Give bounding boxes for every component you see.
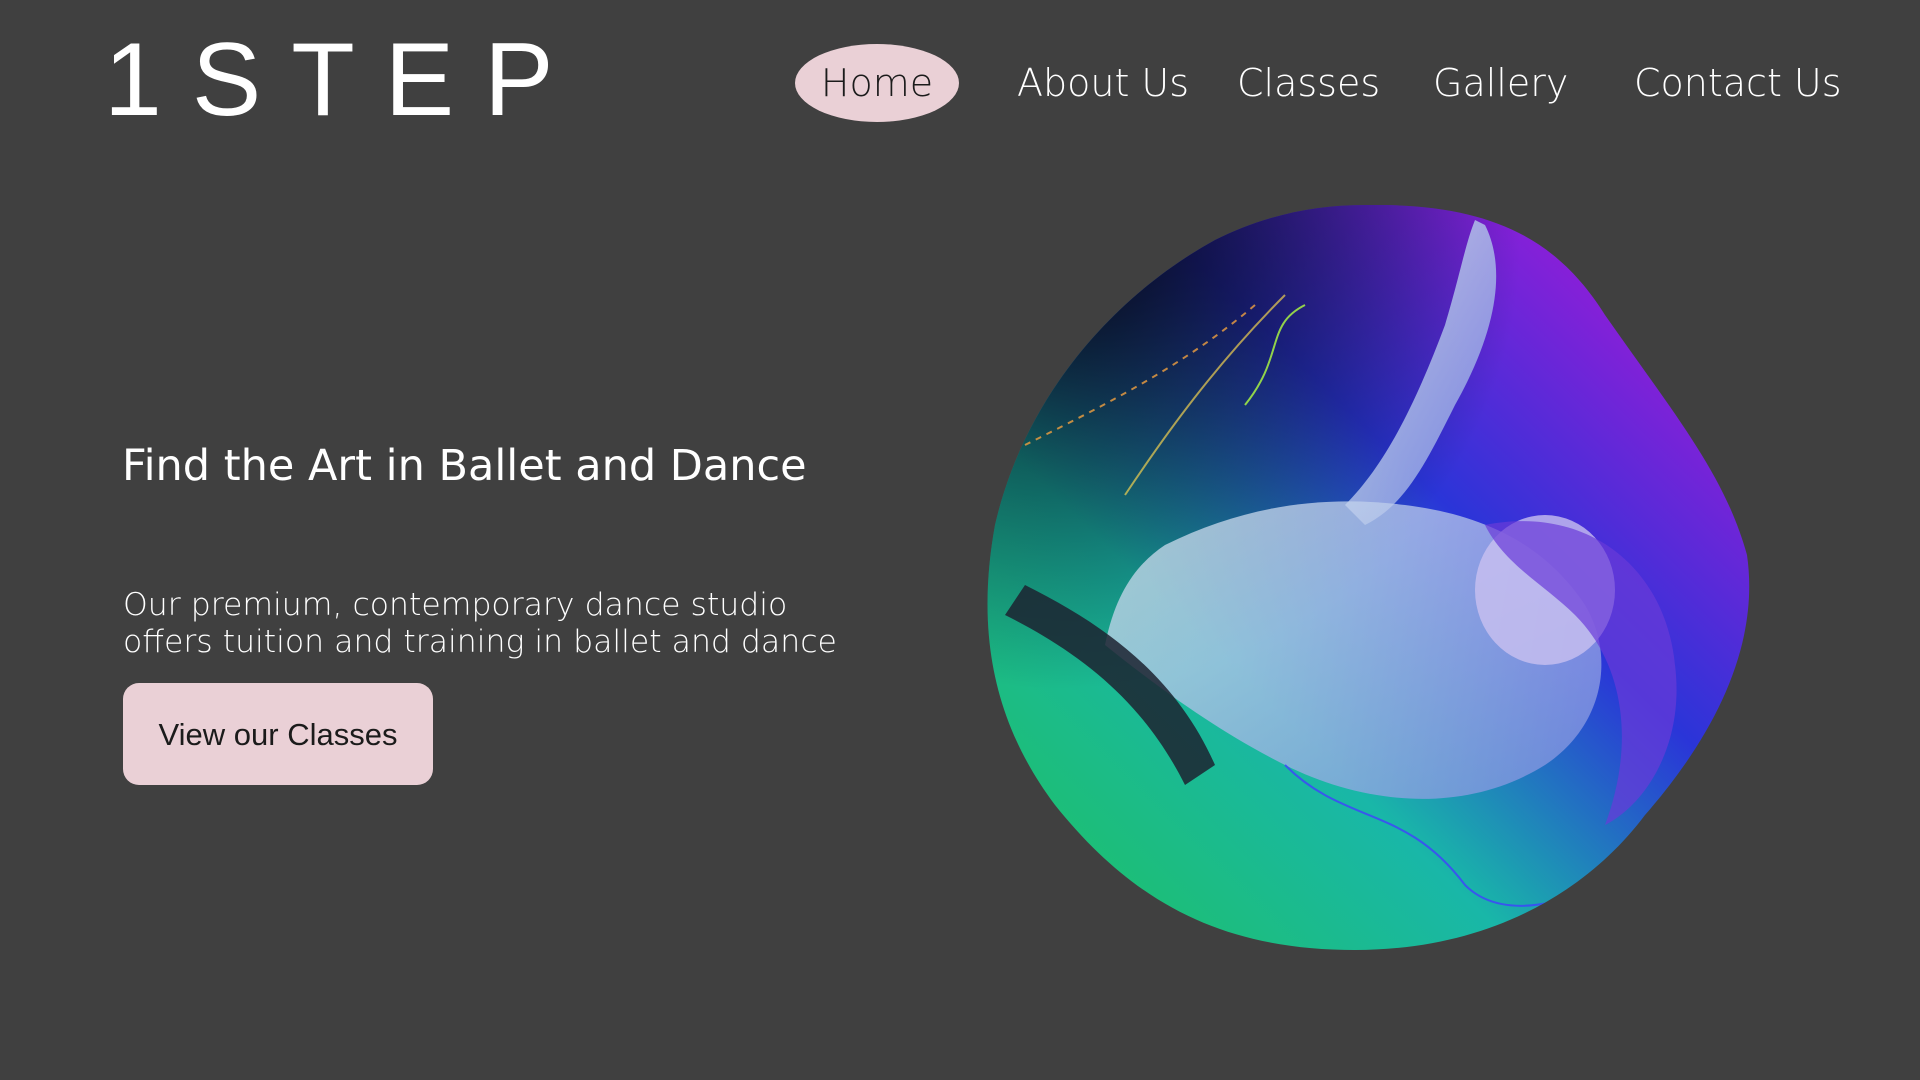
- nav-item-home[interactable]: Home: [795, 44, 959, 122]
- nav-item-contact-us[interactable]: Contact Us: [1634, 44, 1842, 122]
- hero-description-line-2: offers tuition and training in ballet an…: [123, 623, 837, 660]
- main-nav: Home About Us Classes Gallery Contact Us: [0, 44, 1920, 122]
- view-classes-button[interactable]: View our Classes: [123, 683, 433, 785]
- landing-page: 1STEP Home About Us Classes Gallery Cont…: [0, 0, 1920, 1080]
- nav-item-gallery[interactable]: Gallery: [1433, 44, 1568, 122]
- nav-item-about-us[interactable]: About Us: [1017, 44, 1189, 122]
- hero-dancer-image: [987, 205, 1750, 950]
- hero-title: Find the Art in Ballet and Dance: [122, 440, 807, 491]
- hero-description: Our premium, contemporary dance studio o…: [123, 587, 843, 661]
- hero-description-line-1: Our premium, contemporary dance studio: [123, 586, 788, 623]
- nav-item-classes[interactable]: Classes: [1237, 44, 1380, 122]
